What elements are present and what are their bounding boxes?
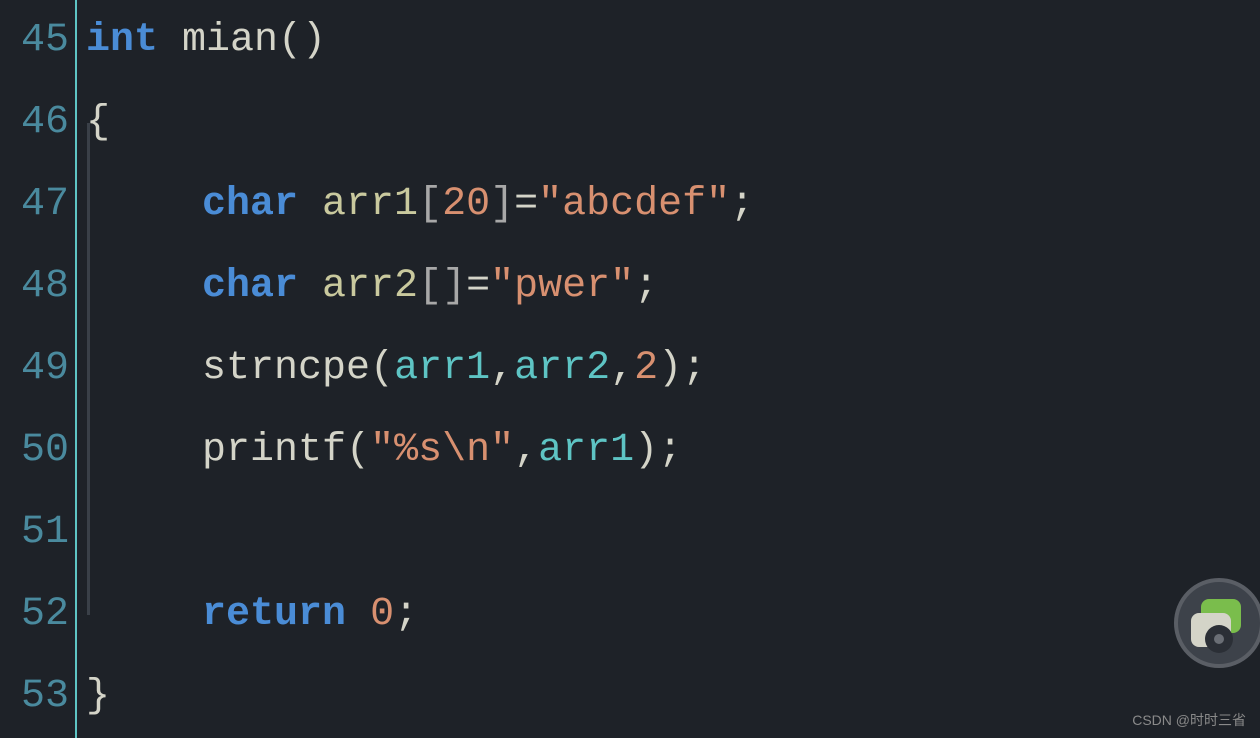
code-line[interactable]: strncpe(arr1,arr2,2); <box>80 328 1260 410</box>
tok-number: 2 <box>634 346 658 391</box>
tok-keyword-int: int <box>86 18 158 63</box>
tok-bracket: ] <box>490 182 514 227</box>
code-line[interactable]: int mian() <box>80 0 1260 82</box>
indent-guide-area <box>77 0 80 738</box>
tok-format-spec: %s <box>394 428 442 473</box>
line-number: 52 <box>0 574 75 656</box>
code-line[interactable]: { <box>80 82 1260 164</box>
tok-func-call: printf <box>202 428 346 473</box>
tok-identifier: arr2 <box>322 264 418 309</box>
tok-identifier: arr1 <box>322 182 418 227</box>
indent-guide-line <box>87 123 90 615</box>
tok-parens: () <box>278 18 326 63</box>
tok-variable: arr1 <box>538 428 634 473</box>
line-number: 46 <box>0 82 75 164</box>
watermark-text: CSDN @时时三省 <box>1132 710 1246 730</box>
line-number: 51 <box>0 492 75 574</box>
tok-close-brace: } <box>86 674 110 719</box>
code-line[interactable]: char arr2[]="pwer"; <box>80 246 1260 328</box>
line-number: 53 <box>0 656 75 738</box>
code-content[interactable]: int mian() { char arr1[20]="abcdef"; cha… <box>80 0 1260 738</box>
line-number: 47 <box>0 164 75 246</box>
line-gutter: 45 46 47 48 49 50 51 52 53 <box>0 0 75 738</box>
code-line[interactable] <box>80 492 1260 574</box>
tok-number: 0 <box>370 592 394 637</box>
tok-string: "pwer" <box>490 264 634 309</box>
chat-bubbles-icon <box>1191 599 1247 647</box>
tok-keyword-return: return <box>202 592 346 637</box>
line-number: 50 <box>0 410 75 492</box>
tok-func-name: mian <box>182 18 278 63</box>
tok-escape: \n <box>442 428 490 473</box>
code-line[interactable]: char arr1[20]="abcdef"; <box>80 164 1260 246</box>
code-line[interactable]: return 0; <box>80 574 1260 656</box>
tok-variable: arr2 <box>514 346 610 391</box>
code-line[interactable]: printf("%s\n",arr1); <box>80 410 1260 492</box>
chat-badge-icon[interactable] <box>1174 578 1260 668</box>
tok-bracket: [ <box>418 182 442 227</box>
tok-keyword-char: char <box>202 264 298 309</box>
tok-func-call: strncpe <box>202 346 370 391</box>
tok-string: "abcdef" <box>538 182 730 227</box>
tok-brackets: [] <box>418 264 466 309</box>
line-number: 45 <box>0 0 75 82</box>
code-line[interactable]: } <box>80 656 1260 738</box>
code-editor[interactable]: 45 46 47 48 49 50 51 52 53 int mian() { … <box>0 0 1260 738</box>
tok-number: 20 <box>442 182 490 227</box>
tok-keyword-char: char <box>202 182 298 227</box>
line-number: 49 <box>0 328 75 410</box>
tok-variable: arr1 <box>394 346 490 391</box>
line-number: 48 <box>0 246 75 328</box>
